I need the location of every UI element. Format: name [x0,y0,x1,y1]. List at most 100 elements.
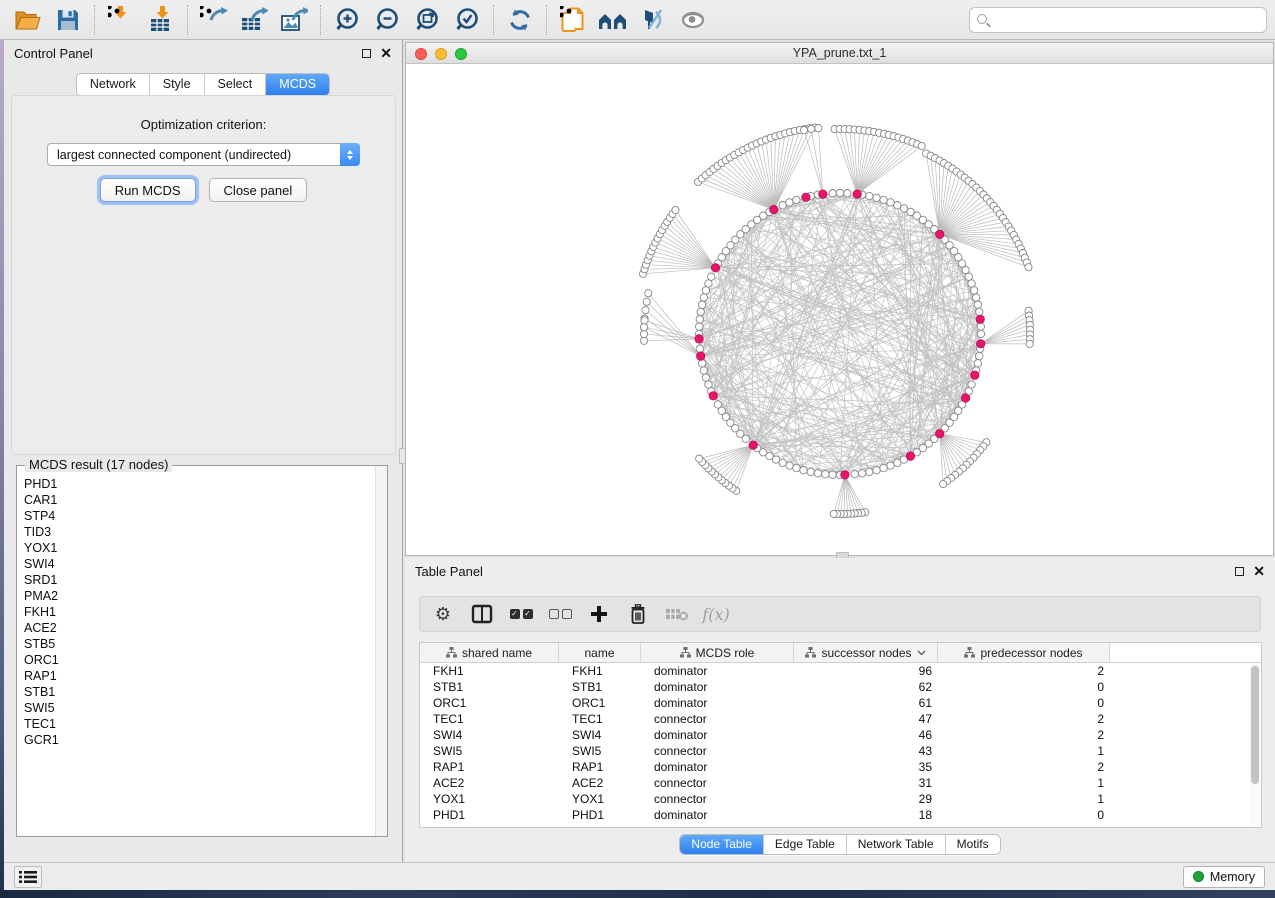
mcds-result-item[interactable]: STB1 [24,684,369,700]
mcds-result-item[interactable]: ACE2 [24,620,369,636]
table-body: FKH1FKH1dominator962STB1STB1dominator620… [420,663,1261,823]
mcds-result-item[interactable]: RAP1 [24,668,369,684]
delete-column-button[interactable] [625,601,651,627]
network-from-file-button[interactable] [553,3,593,37]
mcds-result-item[interactable]: SRD1 [24,572,369,588]
tab-node-table[interactable]: Node Table [680,835,764,854]
column-layout-button[interactable] [469,601,495,627]
table-row[interactable]: RAP1RAP1dominator352 [420,759,1261,775]
mcds-result-item[interactable]: ORC1 [24,652,369,668]
mcds-result-item[interactable]: FKH1 [24,604,369,620]
tab-select[interactable]: Select [205,74,267,95]
deselect-all-button[interactable] [547,601,573,627]
mcds-result-item[interactable]: TID3 [24,524,369,540]
table-row[interactable]: PHD1PHD1dominator180 [420,807,1261,823]
tab-motifs[interactable]: Motifs [946,835,1000,854]
mcds-result-list[interactable]: PHD1CAR1STP4TID3YOX1SWI4SRD1PMA2FKH1ACE2… [17,468,375,836]
table-row[interactable]: FKH1FKH1dominator962 [420,663,1261,679]
table-row[interactable]: SWI5SWI5connector431 [420,743,1261,759]
zoom-fit-button[interactable] [407,3,447,37]
table-row[interactable]: ORC1ORC1dominator610 [420,695,1261,711]
table-row[interactable]: TEC1TEC1connector472 [420,711,1261,727]
table-toolbar: ⚙✓✓f(x) [419,596,1261,632]
tab-network[interactable]: Network [77,74,150,95]
table-row[interactable]: STB1STB1dominator620 [420,679,1261,695]
import-table-button[interactable] [141,3,181,37]
table-cell: 29 [794,791,938,807]
mcds-result-item[interactable]: TEC1 [24,716,369,732]
export-network-button[interactable] [194,3,234,37]
export-table-button[interactable] [234,3,274,37]
hide-selected-button[interactable] [633,3,673,37]
column-header-label: name [584,646,614,660]
select-all-button[interactable]: ✓✓ [508,601,534,627]
table-cell: connector [641,775,794,791]
refresh-layout-button[interactable] [500,3,540,37]
criterion-dropdown[interactable]: largest connected component (undirected) [47,143,360,166]
column-header-predecessor-nodes[interactable]: predecessor nodes [938,643,1110,662]
tab-mcds[interactable]: MCDS [266,74,329,95]
settings-gear-button[interactable]: ⚙ [430,601,456,627]
zoom-in-button[interactable] [327,3,367,37]
task-history-button[interactable] [14,866,42,888]
table-cell: 35 [794,759,938,775]
column-header-label: predecessor nodes [980,646,1082,660]
mcds-result-item[interactable]: YOX1 [24,540,369,556]
close-table-panel-icon[interactable]: ✕ [1253,566,1265,576]
close-panel-icon[interactable]: ✕ [380,48,392,58]
sort-indicator-icon [917,650,926,656]
tab-edge-table[interactable]: Edge Table [764,835,847,854]
run-mcds-button[interactable]: Run MCDS [100,178,196,202]
window-minimize-icon[interactable] [435,48,447,60]
column-header-name[interactable]: name [559,643,641,662]
column-header-shared-name[interactable]: shared name [420,643,559,662]
show-all-button[interactable] [673,3,713,37]
table-cell: PHD1 [559,807,641,823]
table-cell: 96 [794,663,938,679]
mcds-result-item[interactable]: STB5 [24,636,369,652]
zoom-out-button[interactable] [367,3,407,37]
table-cell: 2 [938,663,1110,679]
table-scrollbar[interactable] [1250,664,1260,826]
shared-column-icon [805,647,816,658]
float-table-panel-icon[interactable] [1235,567,1244,576]
mcds-result-item[interactable]: STP4 [24,508,369,524]
toolbar-separator [187,5,188,35]
export-image-button[interactable] [274,3,314,37]
control-panel-title: Control Panel [14,46,93,61]
mcds-result-item[interactable]: SWI5 [24,700,369,716]
float-panel-icon[interactable] [362,49,371,58]
table-row[interactable]: YOX1YOX1connector291 [420,791,1261,807]
network-window-titlebar[interactable]: YPA_prune.txt_1 [406,43,1273,64]
table-scrollbar-thumb[interactable] [1251,666,1259,784]
first-neighbors-button[interactable] [593,3,633,37]
network-canvas[interactable] [406,64,1273,555]
tab-style[interactable]: Style [150,74,205,95]
save-session-button[interactable] [48,3,88,37]
close-panel-button[interactable]: Close panel [209,178,308,202]
open-file-button[interactable] [8,3,48,37]
deselect-all-icon [549,609,572,619]
mcds-result-scrollbar[interactable] [375,466,387,836]
mcds-result-item[interactable]: PMA2 [24,588,369,604]
mcds-result-item[interactable]: PHD1 [24,476,369,492]
table-cell: RAP1 [559,759,641,775]
refresh-layout-icon [507,7,533,33]
network-window-title: YPA_prune.txt_1 [406,43,1273,64]
mcds-result-item[interactable]: GCR1 [24,732,369,748]
column-header-successor-nodes[interactable]: successor nodes [794,643,938,662]
network-graph[interactable] [406,64,1273,555]
import-network-button[interactable] [101,3,141,37]
table-row[interactable]: SWI4SWI4dominator462 [420,727,1261,743]
mcds-result-item[interactable]: SWI4 [24,556,369,572]
table-row[interactable]: ACE2ACE2connector311 [420,775,1261,791]
zoom-selected-button[interactable] [447,3,487,37]
column-header-mcds-role[interactable]: MCDS role [641,643,794,662]
window-close-icon[interactable] [415,48,427,60]
tab-network-table[interactable]: Network Table [847,835,946,854]
mcds-result-item[interactable]: CAR1 [24,492,369,508]
window-maximize-icon[interactable] [455,48,467,60]
memory-button[interactable]: Memory [1183,866,1265,888]
add-column-button[interactable] [586,601,612,627]
search-input[interactable] [969,7,1267,33]
